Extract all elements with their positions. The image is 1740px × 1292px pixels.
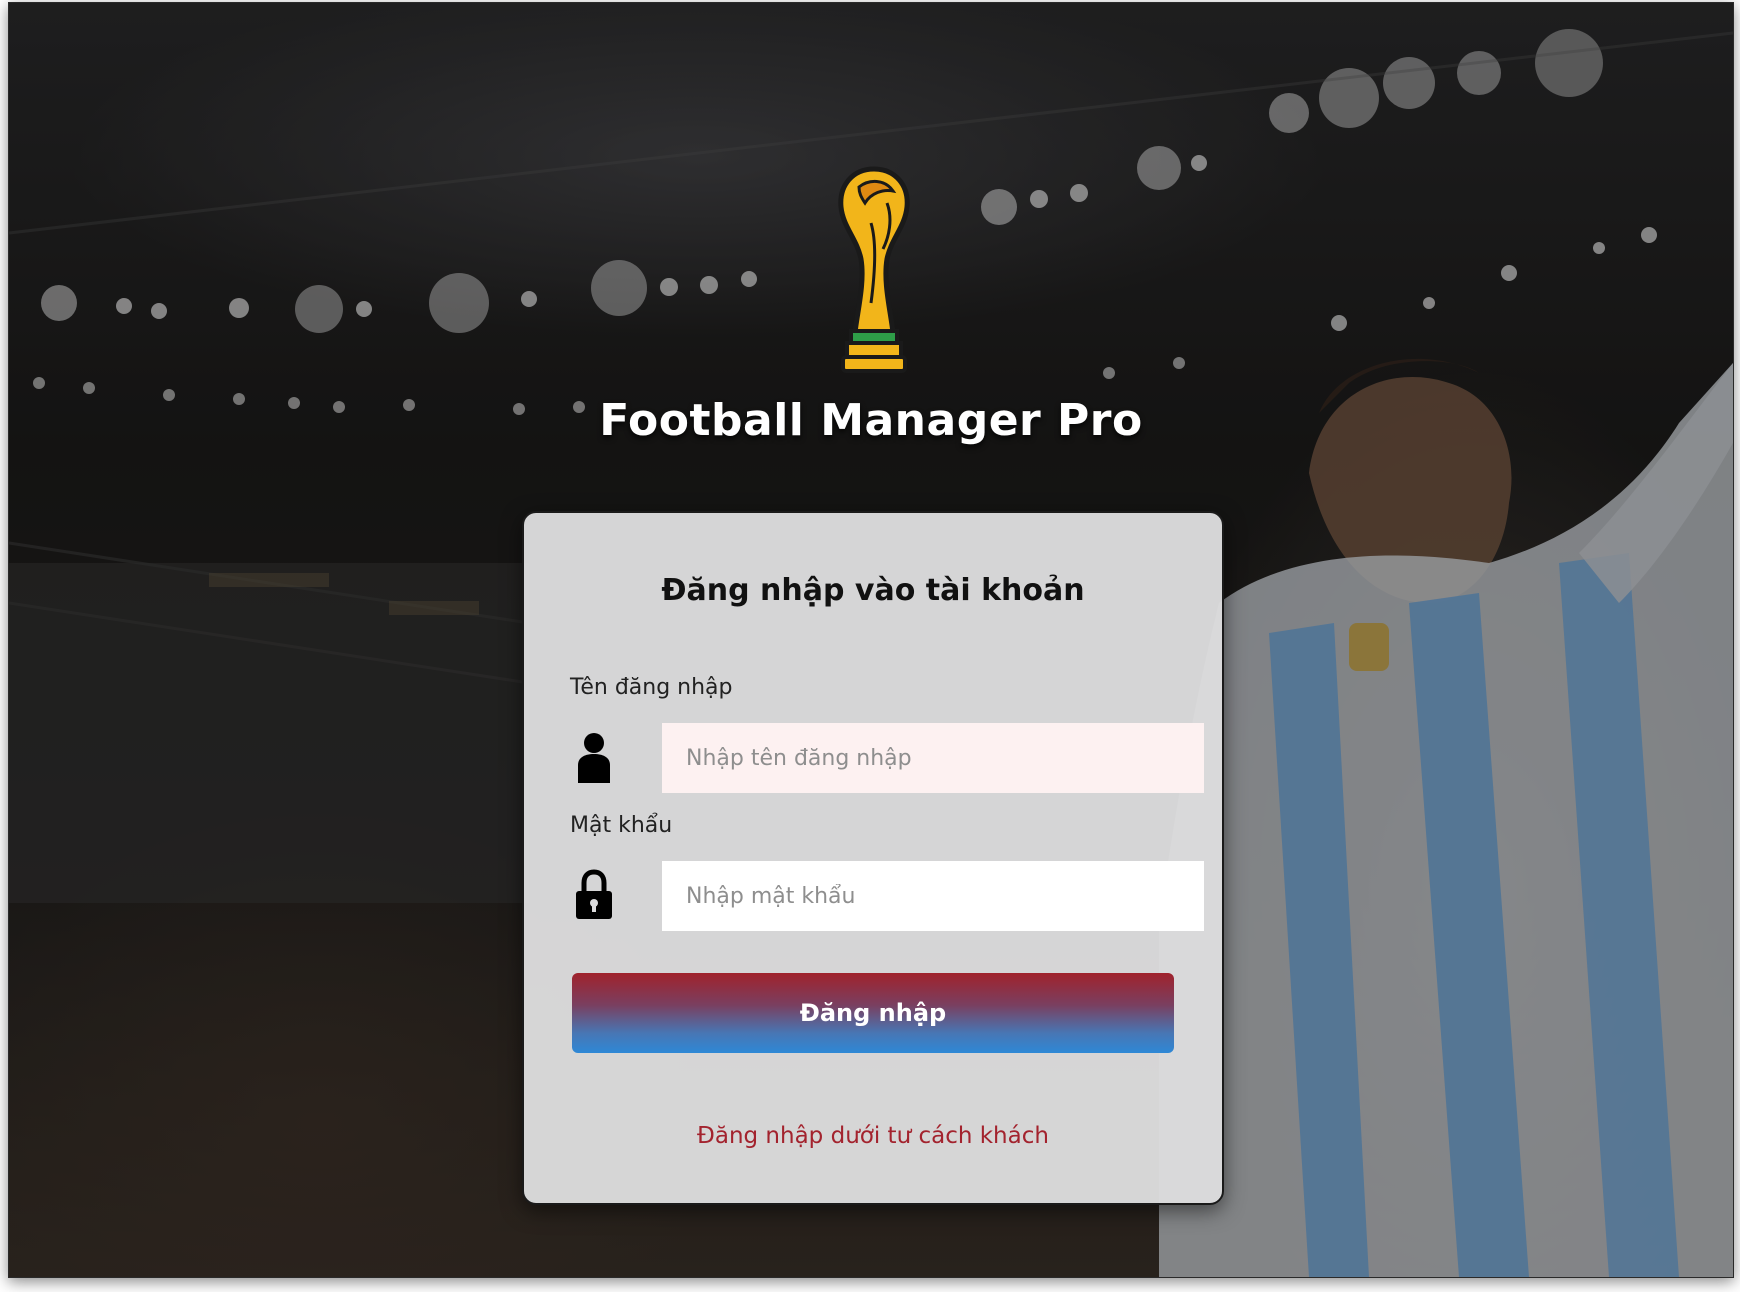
password-label: Mật khẩu (570, 813, 673, 838)
login-heading: Đăng nhập vào tài khoản (661, 573, 1085, 608)
username-label: Tên đăng nhập (570, 675, 733, 700)
login-button[interactable]: Đăng nhập (572, 973, 1174, 1053)
password-input[interactable] (662, 861, 1204, 931)
guest-login-link[interactable]: Đăng nhập dưới tư cách khách (524, 1123, 1222, 1149)
lock-icon (576, 869, 612, 919)
app-title: Football Manager Pro (599, 395, 1143, 446)
login-card: Đăng nhập vào tài khoản Tên đăng nhập Mậ… (522, 511, 1224, 1205)
app-window: Football Manager Pro Đăng nhập vào tài k… (8, 2, 1734, 1278)
trophy-icon (838, 166, 910, 373)
user-icon (578, 733, 610, 783)
username-input[interactable] (662, 723, 1204, 793)
